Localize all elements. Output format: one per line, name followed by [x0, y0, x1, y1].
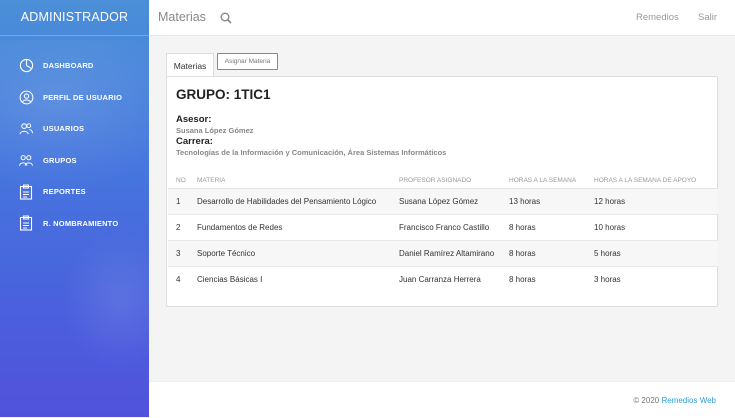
table-cell: Fundamentos de Redes	[197, 214, 399, 241]
dashboard-icon	[18, 58, 34, 74]
sidebar-item-dashboard[interactable]: DASHBOARD	[0, 50, 149, 82]
sidebar-item-label: GRUPOS	[43, 155, 77, 165]
sidebar-item-users[interactable]: USUARIOS	[0, 113, 149, 145]
career-label: Carrera:	[176, 136, 213, 147]
logout-link[interactable]: Salir	[698, 12, 717, 23]
sidebar: ADMINISTRADOR DASHBOARD PERFIL DE USUARI…	[0, 0, 149, 417]
sidebar-brand[interactable]: ADMINISTRADOR	[0, 0, 149, 36]
sidebar-item-groups[interactable]: GRUPOS	[0, 145, 149, 177]
group-card: GRUPO: 1TIC1 Asesor: Susana López Gómez …	[166, 76, 718, 307]
subjects-table: NO MATERIA PROFESOR ASIGNADO HORAS A LA …	[168, 172, 718, 292]
advisor-label: Asesor:	[176, 114, 212, 125]
table-cell: 8 horas	[509, 214, 594, 241]
user-menu-link[interactable]: Remedios	[636, 12, 679, 23]
reports-icon	[18, 184, 34, 200]
table-cell: Soporte Técnico	[197, 240, 399, 267]
table-cell: 8 horas	[509, 240, 594, 267]
sidebar-item-label: DASHBOARD	[43, 61, 94, 71]
users-icon	[18, 121, 34, 137]
sidebar-item-label: PERFIL DE USUARIO	[43, 92, 123, 102]
sidebar-item-profile[interactable]: PERFIL DE USUARIO	[0, 82, 149, 114]
column-header: PROFESOR ASIGNADO	[399, 172, 509, 189]
search-icon[interactable]	[220, 11, 232, 24]
copyright-text: © 2020	[633, 396, 662, 405]
table-cell: 8 horas	[509, 275, 536, 284]
column-header: NO	[168, 172, 197, 189]
table-cell: 1	[168, 188, 197, 215]
footer: © 2020 Remedios Web	[149, 381, 735, 418]
table-cell: 4	[176, 275, 181, 284]
column-header: MATERIA	[197, 172, 399, 189]
table-cell: Juan Carranza Herrera	[399, 275, 481, 284]
table-cell: Francisco Franco Castillo	[399, 214, 509, 241]
table-cell: 5 horas	[594, 240, 718, 267]
column-header: HORAS A LA SEMANA	[509, 172, 594, 189]
table-row: 3 Soporte Técnico Daniel Ramírez Altamir…	[168, 240, 718, 267]
top-navbar: Materias Remedios Salir	[149, 0, 735, 36]
advisor-name: Susana López Gómez	[176, 126, 254, 135]
table-cell: Daniel Ramírez Altamirano	[399, 240, 509, 267]
sidebar-item-label: USUARIOS	[43, 124, 85, 134]
table-cell: Ciencias Básicas I	[197, 275, 263, 284]
table-row: 1 Desarrollo de Habilidades del Pensamie…	[168, 188, 718, 215]
assign-subject-button[interactable]: Asignar Materia	[217, 53, 278, 70]
groups-icon	[18, 152, 34, 168]
appointment-icon	[18, 215, 34, 231]
table-cell: Susana López Gómez	[399, 188, 509, 215]
sidebar-item-reports[interactable]: REPORTES	[0, 176, 149, 208]
footer-link[interactable]: Remedios Web	[661, 396, 716, 405]
group-title: GRUPO: 1TIC1	[176, 87, 271, 102]
page-title: Materias	[158, 10, 206, 24]
table-row: 2 Fundamentos de Redes Francisco Franco …	[168, 214, 718, 241]
sidebar-item-appointment[interactable]: R. NOMBRAMIENTO	[0, 208, 149, 240]
table-cell: 10 horas	[594, 214, 718, 241]
user-profile-icon	[18, 89, 34, 105]
column-header: HORAS A LA SEMANA DE APOYO	[594, 172, 718, 189]
sidebar-nav: DASHBOARD PERFIL DE USUARIO USUARIOS GRU…	[0, 50, 149, 239]
table-cell: 2	[168, 214, 197, 241]
table-cell: 3	[168, 240, 197, 267]
career-name: Tecnologías de la Información y Comunica…	[176, 148, 447, 157]
table-cell: 3 horas	[594, 275, 621, 284]
tab-materias[interactable]: Materias	[166, 53, 214, 76]
sidebar-item-label: R. NOMBRAMIENTO	[43, 218, 119, 228]
table-row: 4 Ciencias Básicas I Juan Carranza Herre…	[168, 267, 718, 293]
table-cell: 13 horas	[509, 188, 594, 215]
table-cell: 12 horas	[594, 188, 718, 215]
sidebar-item-label: REPORTES	[43, 187, 86, 197]
table-cell: Desarrollo de Habilidades del Pensamient…	[197, 188, 399, 215]
footer-copyright: © 2020 Remedios Web	[633, 396, 716, 405]
table-header-row: NO MATERIA PROFESOR ASIGNADO HORAS A LA …	[168, 172, 718, 189]
